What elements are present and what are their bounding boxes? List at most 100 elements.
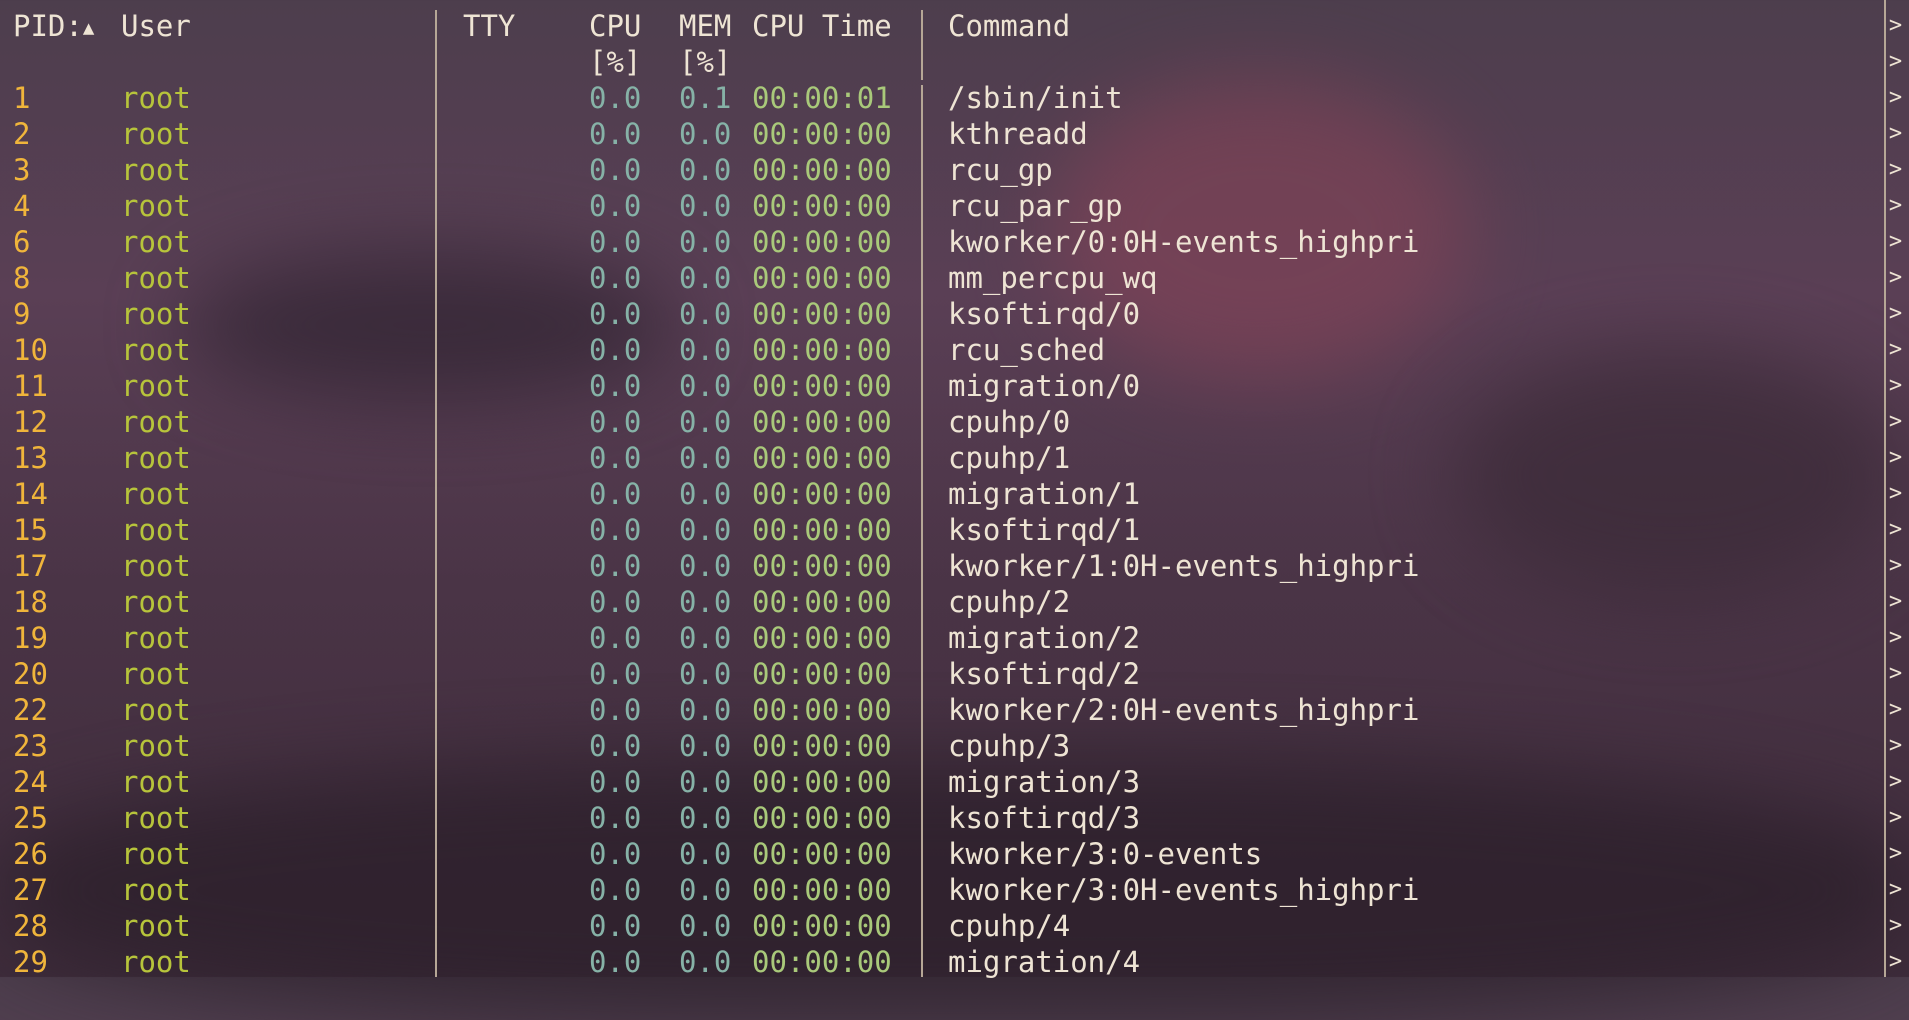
command-cell: migration/4 bbox=[948, 945, 1141, 979]
table-row[interactable]: 20 root 0.0 0.0 00:00:00 ksoftirqd/2 > bbox=[0, 656, 1909, 692]
pid-cell: 25 bbox=[13, 801, 48, 835]
mem-cell: 0.0 bbox=[679, 117, 732, 151]
pid-cell: 23 bbox=[13, 729, 48, 763]
table-row[interactable]: 29 root 0.0 0.0 00:00:00 migration/4 > bbox=[0, 944, 1909, 980]
header-pid[interactable]: PID:▲ bbox=[13, 8, 94, 46]
command-cell: kworker/3:0-events bbox=[948, 837, 1263, 871]
user-cell: root bbox=[121, 801, 191, 835]
overflow-marker: > bbox=[1888, 229, 1903, 254]
pid-cell: 6 bbox=[13, 225, 31, 259]
cpu-time-cell: 00:00:00 bbox=[752, 693, 892, 727]
command-cell: rcu_sched bbox=[948, 333, 1106, 367]
mem-cell: 0.0 bbox=[679, 585, 732, 619]
header-command[interactable]: Command bbox=[948, 8, 1070, 44]
table-row[interactable]: 10 root 0.0 0.0 00:00:00 rcu_sched > bbox=[0, 332, 1909, 368]
mem-cell: 0.0 bbox=[679, 693, 732, 727]
cpu-time-cell: 00:00:01 bbox=[752, 81, 892, 115]
pid-cell: 27 bbox=[13, 873, 48, 907]
cpu-cell: 0.0 bbox=[589, 657, 642, 691]
cpu-time-cell: 00:00:00 bbox=[752, 837, 892, 871]
table-row[interactable]: 15 root 0.0 0.0 00:00:00 ksoftirqd/1 > bbox=[0, 512, 1909, 548]
table-row[interactable]: 1 root 0.0 0.1 00:00:01/sbin/init > bbox=[0, 80, 1909, 116]
cpu-time-cell: 00:00:00 bbox=[752, 621, 892, 655]
user-cell: root bbox=[121, 405, 191, 439]
pid-cell: 17 bbox=[13, 549, 48, 583]
table-row[interactable]: 2 root 0.0 0.0 00:00:00 kthreadd > bbox=[0, 116, 1909, 152]
cpu-time-cell: 00:00:00 bbox=[752, 873, 892, 907]
header-tty[interactable]: TTY bbox=[463, 8, 515, 44]
cpu-time-cell: 00:00:00 bbox=[752, 441, 892, 475]
table-row[interactable]: 28 root 0.0 0.0 00:00:00 cpuhp/4 > bbox=[0, 908, 1909, 944]
header-cpu-time[interactable]: CPU Time bbox=[752, 8, 892, 44]
overflow-marker: > bbox=[1888, 121, 1903, 146]
sort-ascending-icon: ▲ bbox=[82, 17, 95, 39]
table-row[interactable]: 22 root 0.0 0.0 00:00:00 kworker/2:0H-events_… bbox=[0, 692, 1909, 728]
table-row[interactable]: 18 root 0.0 0.0 00:00:00 cpuhp/2 > bbox=[0, 584, 1909, 620]
table-row[interactable]: 23 root 0.0 0.0 00:00:00 cpuhp/3 > bbox=[0, 728, 1909, 764]
table-row[interactable]: 14 root 0.0 0.0 00:00:00 migration/1 > bbox=[0, 476, 1909, 512]
overflow-marker: > bbox=[1888, 445, 1903, 470]
command-cell: kworker/1:0H-events_highpri bbox=[948, 549, 1420, 583]
mem-cell: 0.0 bbox=[679, 261, 732, 295]
mem-cell: 0.0 bbox=[679, 153, 732, 187]
overflow-marker: > bbox=[1888, 481, 1903, 506]
header-mem[interactable]: MEM bbox=[679, 8, 731, 44]
table-row[interactable]: 9 root 0.0 0.0 00:00:00 ksoftirqd/0 > bbox=[0, 296, 1909, 332]
cpu-time-cell: 00:00:00 bbox=[752, 117, 892, 151]
overflow-marker: > bbox=[1888, 949, 1903, 974]
table-header-units: [%] [%] bbox=[0, 44, 1880, 80]
table-row[interactable]: 12 root 0.0 0.0 00:00:00 cpuhp/0 > bbox=[0, 404, 1909, 440]
cpu-time-cell: 00:00:00 bbox=[752, 225, 892, 259]
user-cell: root bbox=[121, 477, 191, 511]
overflow-marker: > bbox=[1888, 661, 1903, 686]
command-cell: cpuhp/4 bbox=[948, 909, 1071, 943]
cpu-cell: 0.0 bbox=[589, 837, 642, 871]
table-row[interactable]: 27 root 0.0 0.0 00:00:00 kworker/3:0H-events_… bbox=[0, 872, 1909, 908]
command-cell: mm_percpu_wq bbox=[948, 261, 1158, 295]
table-row[interactable]: 4 root 0.0 0.0 00:00:00 rcu_par_gp > bbox=[0, 188, 1909, 224]
mem-cell: 0.0 bbox=[679, 297, 732, 331]
mem-cell: 0.0 bbox=[679, 477, 732, 511]
mem-cell: 0.0 bbox=[679, 801, 732, 835]
table-row[interactable]: 17 root 0.0 0.0 00:00:00 kworker/1:0H-events_… bbox=[0, 548, 1909, 584]
command-cell: kworker/3:0H-events_highpri bbox=[948, 873, 1420, 907]
overflow-marker: > bbox=[1888, 373, 1903, 398]
user-cell: root bbox=[121, 189, 191, 223]
table-row[interactable]: 6 root 0.0 0.0 00:00:00 kworker/0:0H-events_h… bbox=[0, 224, 1909, 260]
table-row[interactable]: 25 root 0.0 0.0 00:00:00 ksoftirqd/3 > bbox=[0, 800, 1909, 836]
table-row[interactable]: 19 root 0.0 0.0 00:00:00 migration/2 > bbox=[0, 620, 1909, 656]
pid-cell: 29 bbox=[13, 945, 48, 979]
pid-cell: 22 bbox=[13, 693, 48, 727]
mem-cell: 0.0 bbox=[679, 909, 732, 943]
table-row[interactable]: 11 root 0.0 0.0 00:00:00 migration/0 > bbox=[0, 368, 1909, 404]
table-row[interactable]: 3 root 0.0 0.0 00:00:00 rcu_gp > bbox=[0, 152, 1909, 188]
pid-cell: 14 bbox=[13, 477, 48, 511]
user-cell: root bbox=[121, 297, 191, 331]
overflow-marker: > bbox=[1888, 193, 1903, 218]
mem-cell: 0.0 bbox=[679, 513, 732, 547]
table-row[interactable]: 24 root 0.0 0.0 00:00:00 migration/3 > bbox=[0, 764, 1909, 800]
cpu-cell: 0.0 bbox=[589, 873, 642, 907]
mem-cell: 0.0 bbox=[679, 333, 732, 367]
overflow-marker: > bbox=[1888, 85, 1903, 110]
header-user[interactable]: User bbox=[121, 8, 191, 44]
user-cell: root bbox=[121, 153, 191, 187]
table-row[interactable]: 8 root 0.0 0.0 00:00:00 mm_percpu_wq > bbox=[0, 260, 1909, 296]
overflow-marker: > bbox=[1888, 409, 1903, 434]
table-row[interactable]: 13 root 0.0 0.0 00:00:00 cpuhp/1 > bbox=[0, 440, 1909, 476]
overflow-marker: > bbox=[1888, 265, 1903, 290]
header-cpu[interactable]: CPU bbox=[589, 8, 641, 44]
pid-cell: 19 bbox=[13, 621, 48, 655]
user-cell: root bbox=[121, 225, 191, 259]
table-row[interactable]: 26 root 0.0 0.0 00:00:00 kworker/3:0-events > bbox=[0, 836, 1909, 872]
user-cell: root bbox=[121, 729, 191, 763]
overflow-marker: > bbox=[1888, 517, 1903, 542]
mem-cell: 0.0 bbox=[679, 369, 732, 403]
pid-cell: 13 bbox=[13, 441, 48, 475]
user-cell: root bbox=[121, 513, 191, 547]
pid-cell: 3 bbox=[13, 153, 31, 187]
cpu-cell: 0.0 bbox=[589, 117, 642, 151]
command-cell: cpuhp/0 bbox=[948, 405, 1071, 439]
command-cell: kworker/0:0H-events_highpri bbox=[948, 225, 1420, 259]
pid-cell: 15 bbox=[13, 513, 48, 547]
